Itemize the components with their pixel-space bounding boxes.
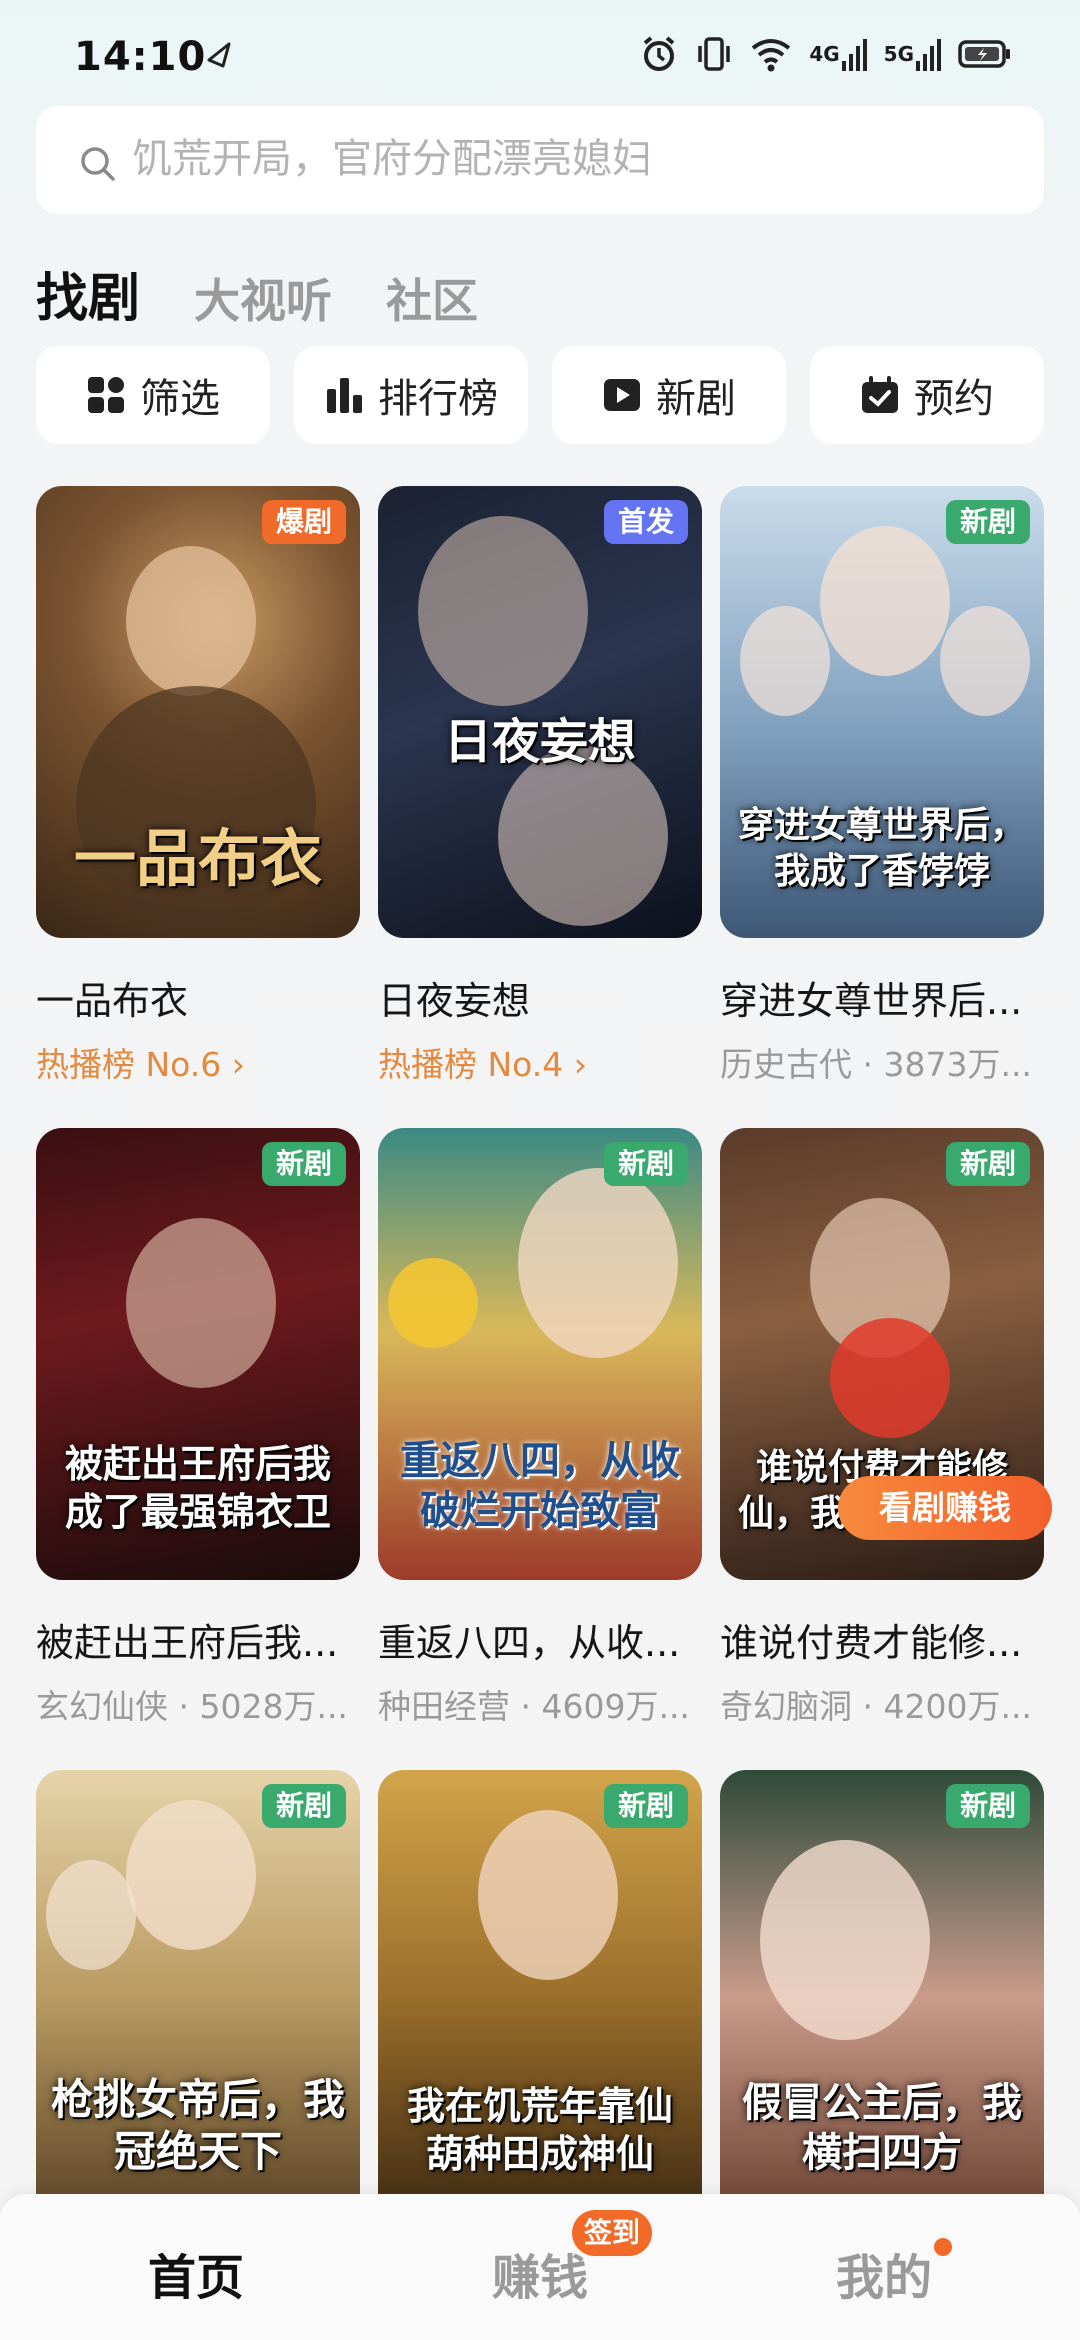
tab-big-av[interactable]: 大视听 — [194, 265, 332, 331]
status-bar: 14:10 4G 5G — [0, 0, 1080, 100]
quick-actions: 筛选 排行榜 新剧 预约 — [36, 346, 1044, 444]
hot-badge: 爆剧 — [261, 500, 346, 544]
grid-filter-icon — [88, 377, 124, 413]
search-bar[interactable]: 饥荒开局，官府分配漂亮媳妇 — [36, 106, 1044, 214]
new-drama-label: 新剧 — [656, 376, 736, 422]
status-time: 14:10 — [74, 34, 207, 80]
drama-rank[interactable]: 热播榜 No.4 › — [378, 1038, 702, 1086]
drama-title: 重返八四，从收... — [378, 1621, 681, 1665]
poster-title-art: 假冒公主后，我横扫四方 — [742, 2079, 1022, 2176]
new-drama-button[interactable]: 新剧 — [552, 346, 786, 444]
signal-4g: 4G — [809, 37, 867, 71]
notification-dot — [934, 2238, 952, 2256]
reservation-label: 预约 — [914, 376, 994, 422]
poster-title-art: 我在饥荒年靠仙葫种田成神仙 — [406, 2083, 673, 2176]
ranking-button[interactable]: 排行榜 — [294, 346, 528, 444]
drama-poster[interactable]: 被赶出王府后我成了最强锦衣卫 新剧 — [36, 1128, 360, 1580]
drama-poster[interactable]: 假冒公主后，我横扫四方 新剧 — [720, 1770, 1044, 2222]
new-badge: 新剧 — [945, 500, 1030, 544]
signal-5g: 5G — [884, 37, 942, 71]
battery-charging-icon — [958, 40, 1010, 68]
poster-title-art: 被赶出王府后我成了最强锦衣卫 — [64, 1441, 331, 1534]
drama-poster[interactable]: 重返八四，从收破烂开始致富 新剧 — [378, 1128, 702, 1580]
tab-find-drama[interactable]: 找剧 — [36, 256, 140, 331]
search-placeholder: 饥荒开局，官府分配漂亮媳妇 — [132, 136, 652, 182]
filter-button[interactable]: 筛选 — [36, 346, 270, 444]
drama-rank[interactable]: 热播榜 No.6 › — [36, 1038, 360, 1086]
drama-title: 被赶出王府后我... — [36, 1621, 339, 1665]
bottom-nav: 首页 赚钱 签到 我的 — [0, 2194, 1080, 2340]
new-badge: 新剧 — [603, 1142, 688, 1186]
drama-meta: 奇幻脑洞 · 4200万... — [720, 1687, 1032, 1726]
drama-poster[interactable]: 我在饥荒年靠仙葫种田成神仙 新剧 — [378, 1770, 702, 2222]
search-icon — [81, 147, 115, 181]
new-badge: 新剧 — [603, 1784, 688, 1828]
tab-community[interactable]: 社区 — [386, 265, 478, 331]
sign-in-badge: 签到 — [572, 2210, 653, 2256]
drama-meta: 种田经营 · 4609万... — [378, 1687, 690, 1726]
reservation-button[interactable]: 预约 — [810, 346, 1044, 444]
wifi-icon — [752, 39, 791, 72]
drama-poster[interactable]: 一品布衣 爆剧 — [36, 486, 360, 938]
drama-meta: 历史古代 · 3873万... — [720, 1045, 1032, 1084]
paper-plane-icon — [207, 42, 231, 68]
new-badge: 新剧 — [261, 1784, 346, 1828]
drama-meta: 玄幻仙侠 · 5028万... — [36, 1687, 348, 1726]
new-badge: 新剧 — [945, 1784, 1030, 1828]
poster-title-art: 重返八四，从收破烂开始致富 — [400, 1437, 680, 1534]
alarm-icon — [644, 36, 675, 71]
top-tabs: 找剧 大视听 社区 — [36, 256, 478, 331]
nav-home[interactable]: 首页 — [148, 2238, 244, 2308]
watch-earn-button[interactable]: 看剧赚钱 — [838, 1476, 1052, 1540]
nav-earn[interactable]: 赚钱 — [492, 2238, 588, 2308]
drama-title: 一品布衣 — [36, 979, 189, 1023]
net-5g-label: 5G — [883, 42, 914, 66]
premiere-badge: 首发 — [603, 500, 688, 544]
filter-label: 筛选 — [140, 376, 220, 422]
bar-chart-icon — [327, 378, 362, 413]
new-badge: 新剧 — [261, 1142, 346, 1186]
ranking-label: 排行榜 — [378, 376, 498, 422]
net-4g-label: 4G — [809, 42, 840, 66]
drama-poster[interactable]: 枪挑女帝后，我冠绝天下 新剧 — [36, 1770, 360, 2222]
new-badge: 新剧 — [945, 1142, 1030, 1186]
poster-title-art: 日夜妄想 — [443, 714, 636, 770]
signal-bars-icon — [841, 39, 867, 71]
drama-title: 谁说付费才能修... — [720, 1621, 1023, 1665]
nav-mine[interactable]: 我的 — [836, 2238, 932, 2308]
play-icon — [604, 379, 640, 411]
poster-title-art: 枪挑女帝后，我冠绝天下 — [50, 2075, 345, 2176]
calendar-check-icon — [862, 376, 898, 413]
status-icons: 4G 5G — [639, 34, 1012, 74]
vibrate-icon — [698, 37, 731, 71]
drama-poster[interactable]: 日夜妄想 首发 — [378, 486, 702, 938]
drama-title: 穿进女尊世界后... — [720, 979, 1023, 1023]
poster-title-art: 穿进女尊世界后，我成了香饽饽 — [737, 804, 1026, 892]
drama-title: 日夜妄想 — [378, 979, 531, 1023]
drama-poster[interactable]: 穿进女尊世界后，我成了香饽饽 新剧 — [720, 486, 1044, 938]
signal-bars-icon — [916, 39, 941, 71]
poster-title-art: 一品布衣 — [73, 822, 322, 895]
